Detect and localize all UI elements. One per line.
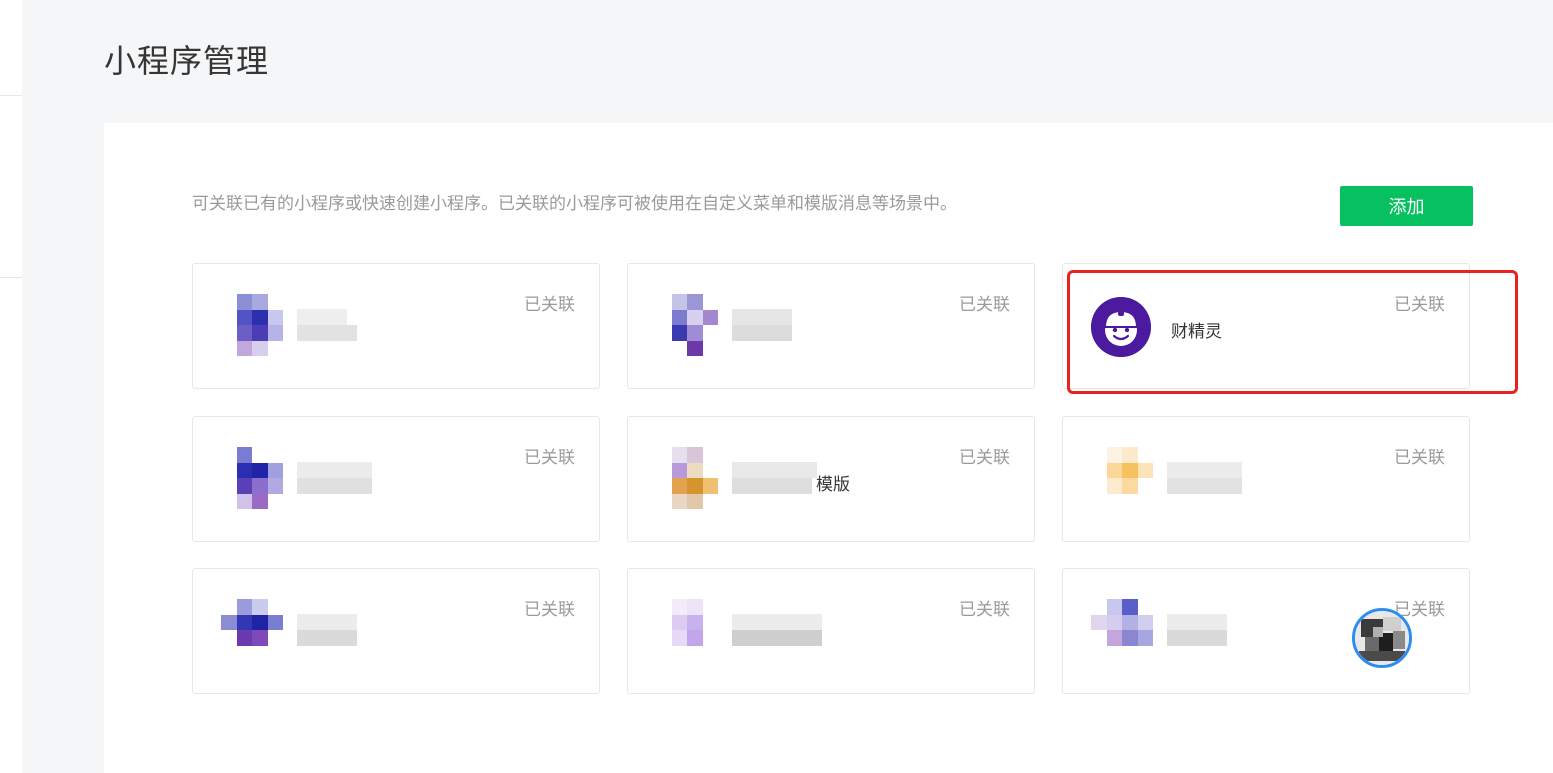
miniprogram-card[interactable]: 模版 已关联 xyxy=(627,416,1035,542)
blurred-name xyxy=(297,614,357,646)
blurred-name xyxy=(732,462,817,494)
blurred-avatar xyxy=(1091,447,1153,509)
page-title: 小程序管理 xyxy=(104,43,270,79)
blurred-avatar xyxy=(221,294,283,356)
status-label: 已关联 xyxy=(959,448,1010,467)
blurred-name xyxy=(1167,614,1227,646)
status-label: 已关联 xyxy=(524,600,575,619)
blurred-avatar xyxy=(656,447,718,509)
blurred-name xyxy=(1167,462,1242,494)
status-label: 已关联 xyxy=(1394,448,1445,467)
blurred-avatar xyxy=(221,599,283,661)
blurred-name xyxy=(732,309,792,341)
miniprogram-card[interactable]: 已关联 xyxy=(192,568,600,694)
left-sidebar xyxy=(0,0,22,773)
status-label: 已关联 xyxy=(959,295,1010,314)
sidebar-divider xyxy=(0,277,22,278)
sidebar-divider xyxy=(0,95,22,96)
miniprogram-card[interactable]: 已关联 xyxy=(192,263,600,389)
blurred-avatar xyxy=(1091,599,1153,661)
status-label: 已关联 xyxy=(524,448,575,467)
miniprogram-card[interactable]: 已关联 xyxy=(1062,416,1470,542)
highlight-annotation xyxy=(1067,270,1518,394)
blurred-avatar xyxy=(656,294,718,356)
status-label: 已关联 xyxy=(524,295,575,314)
blurred-name xyxy=(297,309,357,341)
add-button[interactable]: 添加 xyxy=(1340,186,1473,226)
user-photo-avatar[interactable] xyxy=(1352,608,1412,668)
panel-description: 可关联已有的小程序或快速创建小程序。已关联的小程序可被使用在自定义菜单和模版消息… xyxy=(192,194,957,213)
blurred-avatar xyxy=(221,447,283,509)
blurred-avatar xyxy=(656,599,718,661)
blurred-name xyxy=(297,462,372,494)
status-label: 已关联 xyxy=(959,600,1010,619)
miniprogram-card[interactable]: 已关联 xyxy=(627,568,1035,694)
miniprogram-panel: 可关联已有的小程序或快速创建小程序。已关联的小程序可被使用在自定义菜单和模版消息… xyxy=(104,123,1553,773)
miniprogram-card[interactable]: 已关联 xyxy=(627,263,1035,389)
page: 小程序管理 可关联已有的小程序或快速创建小程序。已关联的小程序可被使用在自定义菜… xyxy=(0,0,1553,773)
miniprogram-card[interactable]: 已关联 xyxy=(192,416,600,542)
miniprogram-name-fragment: 模版 xyxy=(816,475,850,494)
blurred-name xyxy=(732,614,822,646)
